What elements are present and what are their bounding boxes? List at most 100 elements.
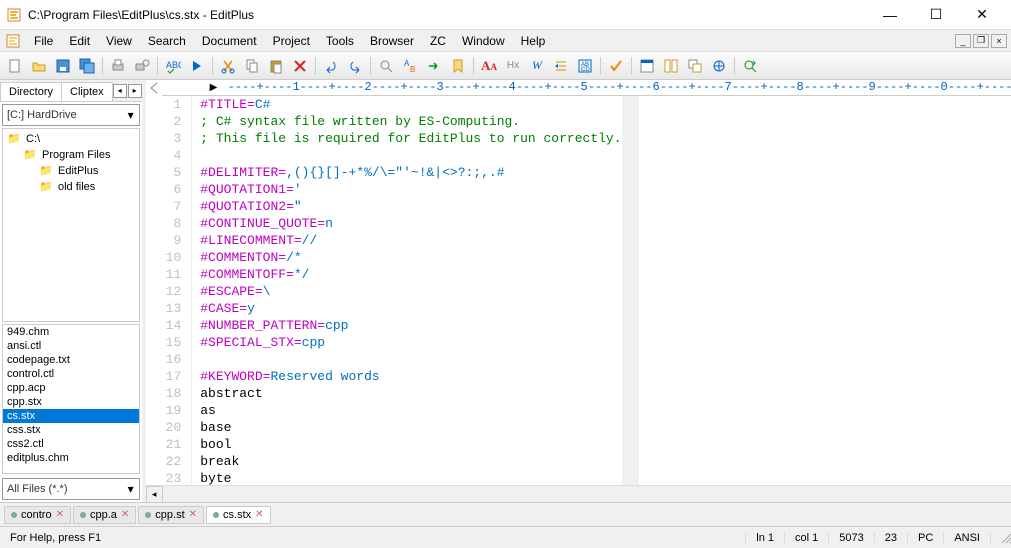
doc-tab[interactable]: cs.stx ✕ xyxy=(206,506,271,524)
doc-tab-label: cpp.st xyxy=(155,509,184,521)
close-tab-icon[interactable]: ✕ xyxy=(255,509,263,520)
print-button[interactable] xyxy=(107,55,129,77)
maximize-button[interactable]: ☐ xyxy=(913,0,959,30)
status-line: ln 1 xyxy=(746,532,785,544)
status-mode: PC xyxy=(908,532,944,544)
mdi-minimize-button[interactable]: _ xyxy=(955,34,971,48)
resize-grip[interactable] xyxy=(991,532,1011,544)
doc-tab[interactable]: contro✕ xyxy=(4,506,71,524)
delete-button[interactable] xyxy=(289,55,311,77)
tree-node[interactable]: Program Files xyxy=(5,147,137,163)
file-item[interactable]: control.ctl xyxy=(3,367,139,381)
mdi-restore-button[interactable]: ❐ xyxy=(973,34,989,48)
print-preview-button[interactable] xyxy=(131,55,153,77)
file-item[interactable]: cpp.acp xyxy=(3,381,139,395)
minimize-button[interactable]: — xyxy=(867,0,913,30)
mdi-close-button[interactable]: × xyxy=(991,34,1007,48)
file-item[interactable]: css.stx xyxy=(3,423,139,437)
file-list[interactable]: 949.chmansi.ctlcodepage.txtcontrol.ctlcp… xyxy=(2,324,140,474)
doc-icon xyxy=(80,512,86,518)
menu-help[interactable]: Help xyxy=(513,32,554,50)
file-item[interactable]: codepage.txt xyxy=(3,353,139,367)
redo-button[interactable] xyxy=(344,55,366,77)
close-tab-icon[interactable]: ✕ xyxy=(56,509,64,520)
directory-tab[interactable]: Directory xyxy=(0,82,62,101)
menu-browser[interactable]: Browser xyxy=(362,32,422,50)
menu-tools[interactable]: Tools xyxy=(318,32,362,50)
cliptext-tab[interactable]: Cliptex xyxy=(61,82,113,101)
close-tab-icon[interactable]: ✕ xyxy=(189,509,197,520)
sidebar: Directory Cliptex ◂ ▸ [C:] HardDrive ▾ C… xyxy=(0,80,146,502)
tree-label: EditPlus xyxy=(58,165,98,177)
file-item[interactable]: ansi.ctl xyxy=(3,339,139,353)
run-button[interactable] xyxy=(186,55,208,77)
browser2-button[interactable] xyxy=(708,55,730,77)
drive-selector[interactable]: [C:] HardDrive ▾ xyxy=(2,104,140,126)
file-item[interactable]: cs.stx xyxy=(3,409,139,423)
column-button[interactable]: ABCD xyxy=(574,55,596,77)
hex-button[interactable]: Hx xyxy=(502,55,524,77)
new-file-button[interactable] xyxy=(4,55,26,77)
vertical-scrollbar[interactable] xyxy=(622,96,639,485)
file-item[interactable]: css2.ctl xyxy=(3,437,139,451)
doc-tab-label: cs.stx xyxy=(223,509,251,521)
open-file-button[interactable] xyxy=(28,55,50,77)
check-button[interactable] xyxy=(605,55,627,77)
tile-button[interactable] xyxy=(660,55,682,77)
tree-label: C:\ xyxy=(26,133,40,145)
refresh-button[interactable] xyxy=(739,55,761,77)
tab-scroll-left[interactable]: ◂ xyxy=(113,84,127,98)
document-tabs: contro✕cpp.a✕ cpp.st ✕ cs.stx ✕ xyxy=(0,502,1011,526)
font-button[interactable]: AA xyxy=(478,55,500,77)
doc-tab[interactable]: cpp.st ✕ xyxy=(138,506,204,524)
drive-dropdown-icon[interactable]: ▾ xyxy=(123,108,139,122)
replace-button[interactable]: AB xyxy=(399,55,421,77)
sidebar-toggle-icon[interactable] xyxy=(146,80,162,96)
undo-button[interactable] xyxy=(320,55,342,77)
save-all-button[interactable] xyxy=(76,55,98,77)
close-tab-icon[interactable]: ✕ xyxy=(121,509,129,520)
tree-node[interactable]: old files xyxy=(5,179,137,195)
filter-dropdown-icon[interactable]: ▾ xyxy=(123,482,139,496)
menu-document[interactable]: Document xyxy=(194,32,265,50)
line-number-gutter: 1234567891011121314151617181920212223242… xyxy=(146,96,193,485)
hscroll-track[interactable] xyxy=(163,486,1011,502)
menu-zc[interactable]: ZC xyxy=(422,32,454,50)
file-item[interactable]: editplus.chm xyxy=(3,451,139,465)
code-content[interactable]: #TITLE=C#; C# syntax file written by ES-… xyxy=(192,96,621,485)
find-button[interactable] xyxy=(375,55,397,77)
close-button[interactable]: ✕ xyxy=(959,0,1005,30)
tree-node[interactable]: C:\ xyxy=(5,131,137,147)
bookmark-button[interactable] xyxy=(447,55,469,77)
tab-scroll-right[interactable]: ▸ xyxy=(128,84,142,98)
paste-button[interactable] xyxy=(265,55,287,77)
status-lines: 23 xyxy=(875,532,908,544)
spellcheck-button[interactable]: ABC xyxy=(162,55,184,77)
menu-edit[interactable]: Edit xyxy=(61,32,98,50)
goto-button[interactable] xyxy=(423,55,445,77)
save-button[interactable] xyxy=(52,55,74,77)
menu-search[interactable]: Search xyxy=(140,32,194,50)
titlebar: C:\Program Files\EditPlus\cs.stx - EditP… xyxy=(0,0,1011,30)
filter-label: All Files (*.*) xyxy=(3,481,123,497)
wordwrap-button[interactable]: W xyxy=(526,55,548,77)
doc-tab[interactable]: cpp.a✕ xyxy=(73,506,136,524)
code-editor[interactable]: 1234567891011121314151617181920212223242… xyxy=(146,96,1011,485)
file-item[interactable]: 949.chm xyxy=(3,325,139,339)
copy-button[interactable] xyxy=(241,55,263,77)
tree-node[interactable]: EditPlus xyxy=(5,163,137,179)
file-filter[interactable]: All Files (*.*) ▾ xyxy=(2,478,140,500)
menu-project[interactable]: Project xyxy=(265,32,318,50)
menubar: FileEditViewSearchDocumentProjectToolsBr… xyxy=(0,30,1011,52)
browser-button[interactable] xyxy=(636,55,658,77)
menu-file[interactable]: File xyxy=(26,32,61,50)
folder-tree[interactable]: C:\ Program Files EditPlus old files xyxy=(2,128,140,322)
menu-view[interactable]: View xyxy=(98,32,140,50)
menu-window[interactable]: Window xyxy=(454,32,513,50)
status-col: col 1 xyxy=(785,532,829,544)
hscroll-left[interactable]: ◂ xyxy=(146,486,163,502)
cut-button[interactable] xyxy=(217,55,239,77)
cascade-button[interactable] xyxy=(684,55,706,77)
indent-button[interactable] xyxy=(550,55,572,77)
file-item[interactable]: cpp.stx xyxy=(3,395,139,409)
